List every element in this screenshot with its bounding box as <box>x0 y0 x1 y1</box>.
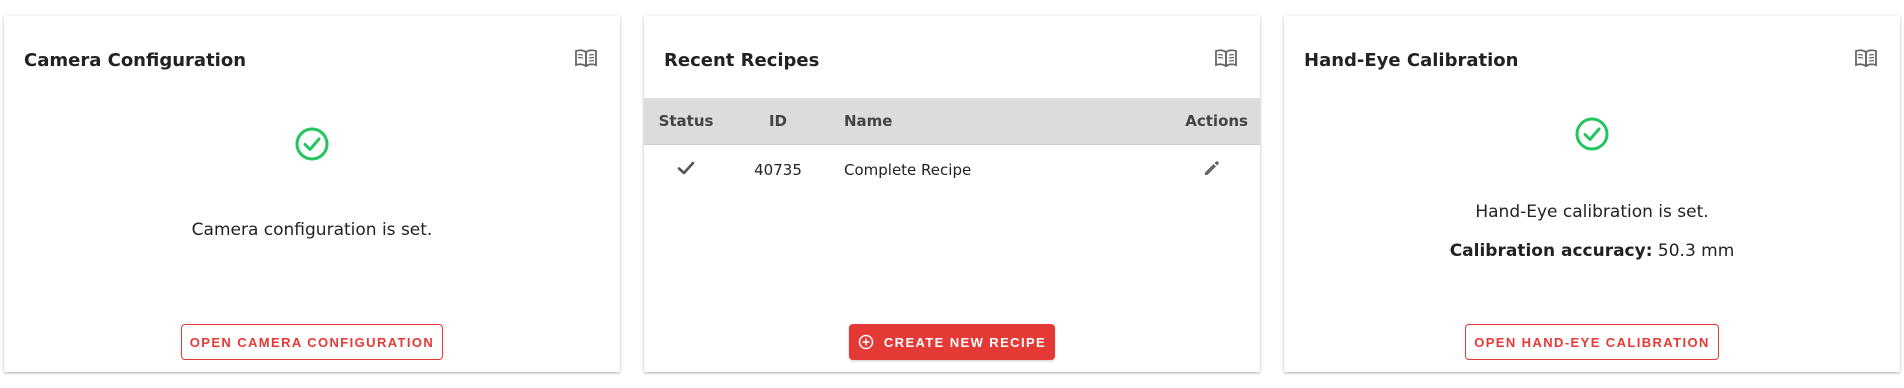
calibration-accuracy-label: Calibration accuracy: <box>1449 241 1653 261</box>
book-icon[interactable] <box>1854 49 1878 68</box>
table-header: Status ID Name Actions <box>644 98 1260 145</box>
create-new-recipe-button[interactable]: CREATE NEW RECIPE <box>849 324 1055 360</box>
actions-cell <box>1164 158 1260 182</box>
id-cell: 40735 <box>754 161 802 179</box>
recipes-card-title: Recent Recipes <box>664 50 820 71</box>
handeye-status-text: Hand-Eye calibration is set. <box>1475 202 1709 222</box>
camera-card-title: Camera Configuration <box>24 50 247 71</box>
column-header-id: ID <box>768 112 788 130</box>
table-row[interactable]: 40735 Complete Recipe <box>644 145 1260 195</box>
open-camera-configuration-button[interactable]: OPEN CAMERA CONFIGURATION <box>181 324 443 360</box>
column-header-actions: Actions <box>1185 112 1248 130</box>
check-icon <box>676 158 696 178</box>
edit-pencil-icon[interactable] <box>1202 158 1222 178</box>
open-hand-eye-calibration-button[interactable]: OPEN HAND-EYE CALIBRATION <box>1465 324 1719 360</box>
create-new-recipe-label: CREATE NEW RECIPE <box>883 334 1047 350</box>
name-cell: Complete Recipe <box>844 161 972 179</box>
recent-recipes-card: Recent Recipes Status ID Name Actions 40… <box>644 16 1260 372</box>
success-check-icon <box>294 126 330 162</box>
add-circle-icon <box>858 334 874 350</box>
handeye-card-title: Hand-Eye Calibration <box>1304 50 1519 71</box>
hand-eye-calibration-card: Hand-Eye Calibration Hand-Eye calibratio… <box>1284 16 1900 372</box>
book-icon[interactable] <box>574 49 598 68</box>
calibration-accuracy-value: 50.3 mm <box>1657 241 1735 261</box>
recipes-table: Status ID Name Actions 40735 Complete Re… <box>644 98 1260 195</box>
success-check-icon <box>1574 116 1610 152</box>
status-cell <box>644 158 728 182</box>
camera-status-text: Camera configuration is set. <box>191 220 433 240</box>
column-header-status: Status <box>658 112 714 130</box>
calibration-accuracy: Calibration accuracy: 50.3 mm <box>1284 241 1900 261</box>
book-icon[interactable] <box>1214 49 1238 68</box>
camera-configuration-card: Camera Configuration Camera configuratio… <box>4 16 620 372</box>
column-header-name: Name <box>844 112 893 130</box>
